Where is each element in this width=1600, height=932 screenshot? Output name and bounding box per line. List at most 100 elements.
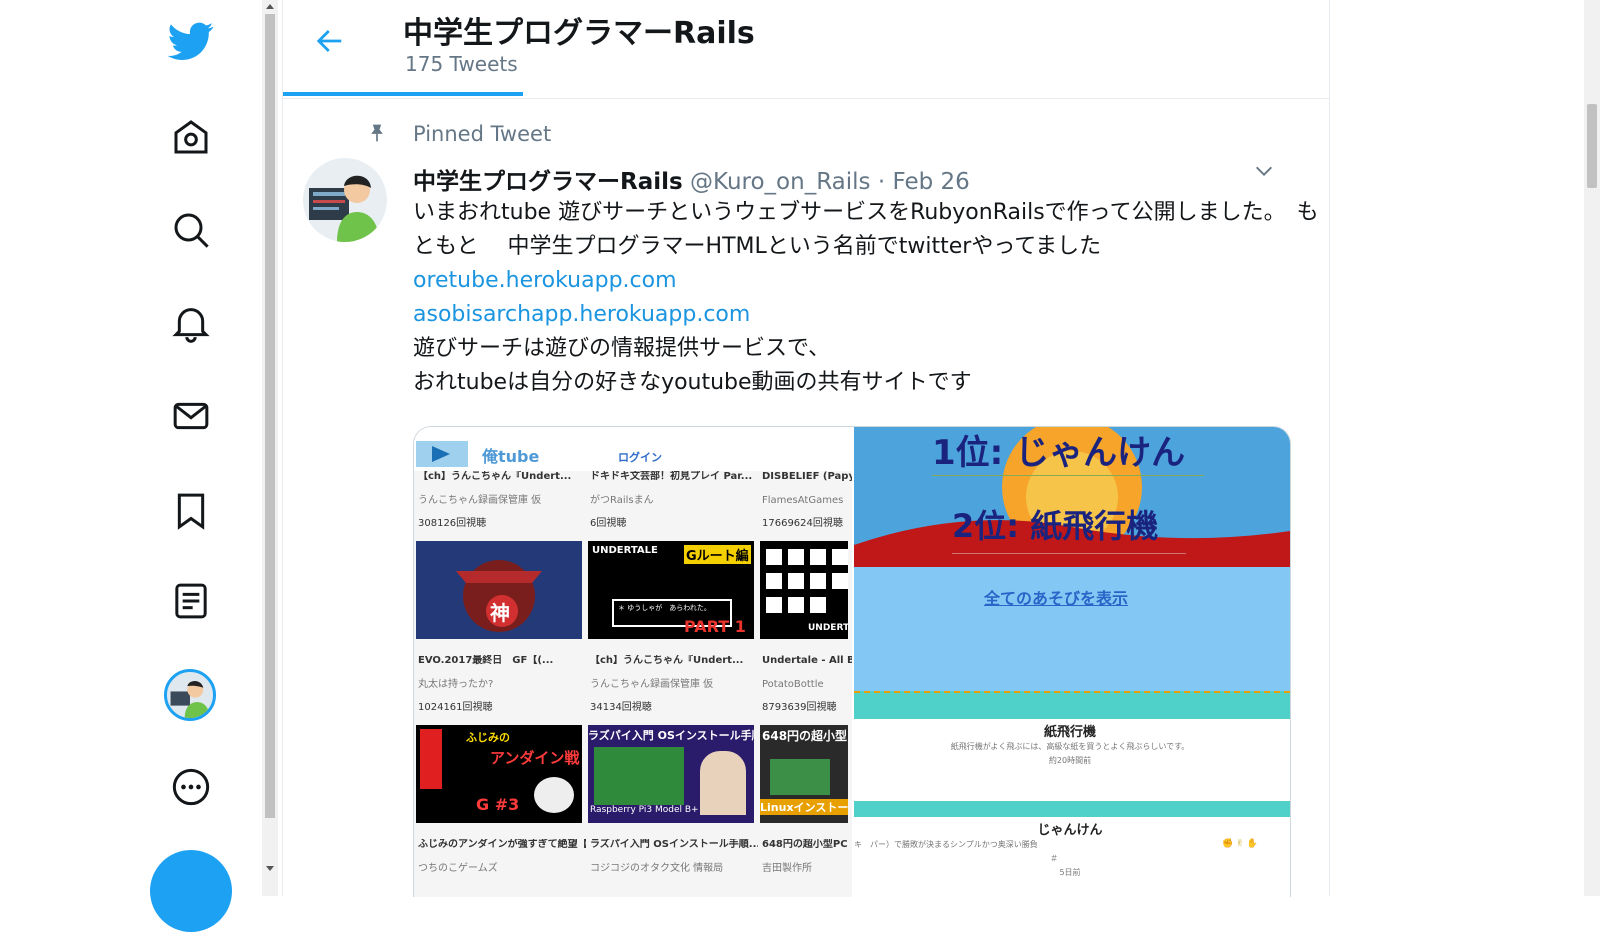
video-card[interactable]: Undertale - All B... PotatoBottle 879363… xyxy=(762,655,852,714)
video-title: 【ch】うんこちゃん『Undert... xyxy=(590,655,744,666)
video-thumbnail-undertale-all[interactable]: UNDERTALE xyxy=(760,541,848,639)
video-channel: PotatoBottle xyxy=(762,679,824,690)
video-views: 6回視聴 xyxy=(590,518,627,529)
twitter-logo-icon[interactable] xyxy=(164,16,218,66)
thumbnail-text: UNDERTALE xyxy=(592,545,658,556)
game-title: 紙飛行機 xyxy=(1043,725,1096,740)
tweet-text-line-4: おれtubeは自分の好きなyoutube動画の共有サイトです xyxy=(413,370,972,395)
video-channel: うんこちゃん録画保管庫 仮 xyxy=(418,495,542,506)
header-divider xyxy=(283,98,1329,99)
asobisarch-screenshot[interactable]: 1位: じゃんけん 2位: 紙飛行機 全てのあそびを表示 紙飛行機 紙飛行機がよ… xyxy=(854,427,1290,897)
messages-envelope-icon[interactable] xyxy=(168,393,214,439)
back-arrow-icon[interactable] xyxy=(313,26,347,56)
video-views: 1024161回視聴 xyxy=(418,702,493,713)
tweet-count: 175 Tweets xyxy=(405,52,518,76)
rank-divider xyxy=(932,475,1204,476)
tweet-author-line: 中学生プログラマーRails @Kuro_on_Rails · Feb 26 xyxy=(413,162,970,196)
video-thumbnail-undertale-g[interactable]: UNDERTALE Gルート編 ＊ ゆうしゃが あらわれた。 PART 1 xyxy=(588,541,754,639)
video-card[interactable]: 648円の超小型PC「R 吉田製作所 xyxy=(762,839,852,875)
video-title: 【ch】うんこちゃん『Undert... xyxy=(418,471,572,482)
game-time: 約20時間前 xyxy=(1048,756,1092,765)
profile-avatar[interactable] xyxy=(164,669,216,721)
video-channel: つちのこゲームズ xyxy=(418,863,498,874)
lists-icon[interactable] xyxy=(168,578,214,624)
video-thumbnail-evo[interactable]: 神 xyxy=(416,541,582,639)
tweet-menu-chevron-icon[interactable] xyxy=(1253,160,1275,182)
notifications-bell-icon[interactable] xyxy=(168,300,214,346)
video-channel: FlamesAtGames xyxy=(762,495,844,506)
hand-icons: ✊ ✌ ✋ xyxy=(1222,839,1258,849)
video-card[interactable]: ドキドキ文芸部！初見プレイ Par... がつRailsまん 6回視聴 xyxy=(590,471,758,530)
thumbnail-board xyxy=(770,759,830,795)
thumbnail-text: ラズパイ入門 OSインストール手順 xyxy=(588,729,754,742)
video-title: ラズパイ入門 OSインストール手順... xyxy=(590,839,758,850)
rank-2-label: 2位: 紙飛行機 xyxy=(952,507,1159,545)
tweet-author-avatar[interactable] xyxy=(303,158,387,242)
thumbnail-text: Linuxインストール xyxy=(760,799,848,815)
tweet-link-asobisarch[interactable]: asobisarchapp.herokuapp.com xyxy=(413,298,750,332)
game-description: 紙飛行機がよく飛ぶには、高級な紙を買うとよく飛ぶらしいです。 xyxy=(950,742,1190,751)
pin-icon xyxy=(367,122,387,144)
sidebar-scrollbar[interactable] xyxy=(262,0,278,896)
tweet-media-container[interactable]: 俺tube ログイン 【ch】うんこちゃん『Undert... うんこちゃん録画… xyxy=(413,426,1291,897)
home-icon[interactable] xyxy=(168,114,214,160)
video-channel: がつRailsまん xyxy=(590,495,654,506)
video-card[interactable]: EVO.2017最終日 GF【(... 丸太は持ったか? 1024161回視聴 xyxy=(418,655,586,714)
thumbnail-character xyxy=(534,777,574,813)
bookmarks-icon[interactable] xyxy=(168,488,214,534)
video-views: 308126回視聴 xyxy=(418,518,487,529)
thumbnail-sticker xyxy=(420,729,442,789)
thumbnail-person xyxy=(700,751,746,815)
video-card[interactable]: 【ch】うんこちゃん『Undert... うんこちゃん録画保管庫 仮 34134… xyxy=(590,655,758,714)
oretube-play-logo-icon xyxy=(416,441,468,467)
author-name[interactable]: 中学生プログラマーRails xyxy=(413,169,683,195)
video-card[interactable]: DISBELIEF (Papyru... FlamesAtGames 17669… xyxy=(762,471,852,530)
video-thumbnail-648yen-pc[interactable]: 648円の超小型P Linuxインストール xyxy=(760,725,848,823)
tweet-date[interactable]: Feb 26 xyxy=(892,169,969,195)
compose-tweet-button[interactable] xyxy=(150,850,232,932)
video-channel: 丸太は持ったか? xyxy=(418,679,494,690)
more-menu-icon[interactable] xyxy=(168,764,214,810)
game-sub: ＃ xyxy=(1050,854,1058,863)
thumbnail-board xyxy=(594,747,684,805)
tweet-link-oretube[interactable]: oretube.herokuapp.com xyxy=(413,264,677,298)
show-all-link[interactable]: 全てのあそびを表示 xyxy=(984,585,1128,609)
page-scrollbar[interactable] xyxy=(1584,0,1600,896)
game-description: キ パー）で勝敗が決まるシンプルかつ奥深い勝負 xyxy=(854,840,1038,849)
thumbnail-text: ふじみの xyxy=(466,731,510,744)
video-card[interactable]: 【ch】うんこちゃん『Undert... うんこちゃん録画保管庫 仮 30812… xyxy=(418,471,586,530)
video-views: 8793639回視聴 xyxy=(762,702,837,713)
pinned-tweet-label: Pinned Tweet xyxy=(413,122,552,146)
thumbnail-text: PART 1 xyxy=(684,617,746,636)
teal-divider xyxy=(854,691,1290,721)
tweet-text-line-2: ともと 中学生プログラマーHTMLという名前でtwitterやってました xyxy=(413,234,1102,259)
video-channel: 吉田製作所 xyxy=(762,863,812,874)
video-card[interactable]: ふじみのアンダインが強すぎて絶望【... つちのこゲームズ xyxy=(418,839,586,875)
video-title: ふじみのアンダインが強すぎて絶望【... xyxy=(418,839,586,850)
video-thumbnail-undyne[interactable]: ふじみの アンダイン戦 G #3 xyxy=(416,725,582,823)
teal-divider xyxy=(854,801,1290,817)
thumbnail-text: 648円の超小型P xyxy=(762,729,848,743)
tweet-text-line-3: 遊びサーチは遊びの情報提供サービスで、 xyxy=(413,336,831,361)
video-title: DISBELIEF (Papyru... xyxy=(762,471,852,482)
timeline-column: 中学生プログラマーRails 175 Tweets Pinned Tweet 中… xyxy=(282,0,1330,897)
game-card-paper-plane[interactable]: 紙飛行機 紙飛行機がよく飛ぶには、高級な紙を買うとよく飛ぶらしいです。 約20時… xyxy=(854,719,1290,801)
video-card[interactable]: ラズパイ入門 OSインストール手順... コジコジのオタク文化 情報局 xyxy=(590,839,758,875)
thumbnail-text: G #3 xyxy=(476,795,520,814)
oretube-screenshot[interactable]: 俺tube ログイン 【ch】うんこちゃん『Undert... うんこちゃん録画… xyxy=(414,427,852,897)
video-thumbnail-raspberry-pi[interactable]: ラズパイ入門 OSインストール手順 Raspberry Pi3 Model B+ xyxy=(588,725,754,823)
author-handle[interactable]: @Kuro_on_Rails xyxy=(690,169,871,195)
search-icon[interactable] xyxy=(168,207,214,253)
video-title: 648円の超小型PC「R xyxy=(762,839,852,850)
thumbnail-text: Raspberry Pi3 Model B+ xyxy=(590,805,699,815)
thumbnail-text: ＊ ゆうしゃが あらわれた。 xyxy=(618,604,711,612)
video-views: 34134回視聴 xyxy=(590,702,652,713)
game-card-janken[interactable]: じゃんけん キ パー）で勝敗が決まるシンプルかつ奥深い勝負 ✊ ✌ ✋ ＃ 5日… xyxy=(854,817,1290,897)
oretube-login-link[interactable]: ログイン xyxy=(618,449,662,465)
rank-1-label: 1位: じゃんけん xyxy=(932,433,1186,473)
rank-divider xyxy=(952,553,1186,554)
profile-title: 中学生プログラマーRails xyxy=(403,16,755,51)
date-separator: · xyxy=(877,169,886,195)
oretube-logo-text: 俺tube xyxy=(482,447,540,466)
video-channel: コジコジのオタク文化 情報局 xyxy=(590,863,724,874)
